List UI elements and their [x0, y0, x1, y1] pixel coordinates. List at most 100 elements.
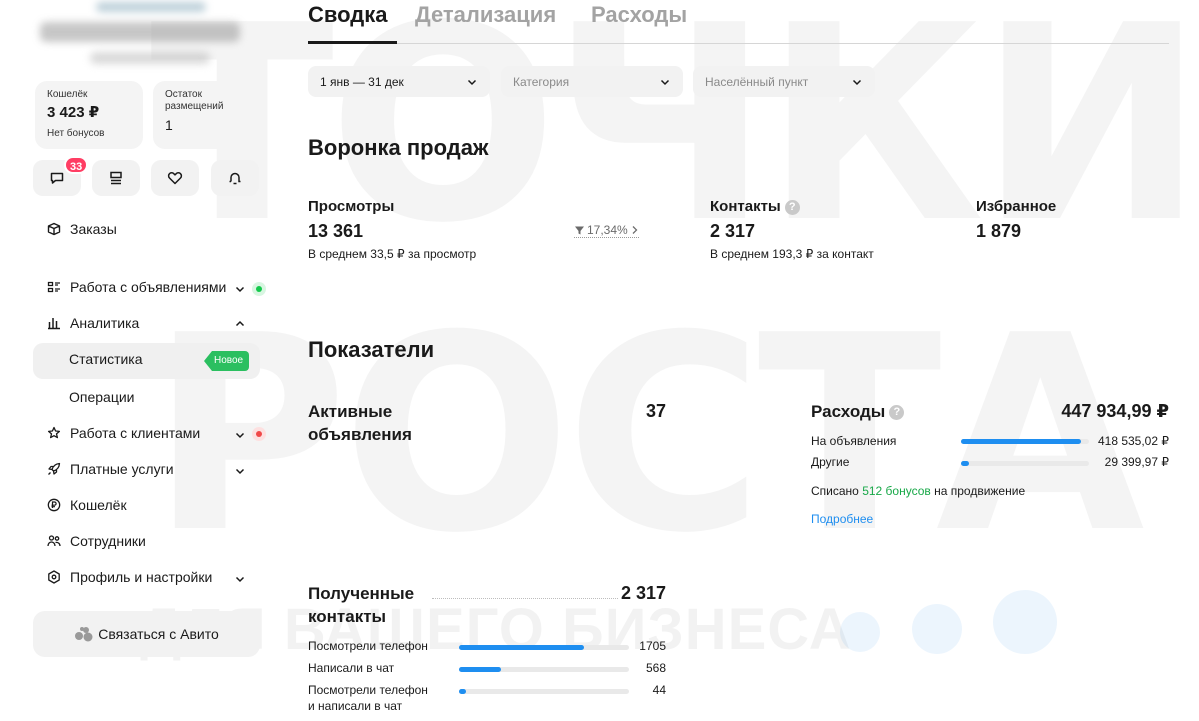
expense-bar-fill — [961, 461, 970, 466]
wallet-bonus: Нет бонусов — [47, 128, 105, 139]
nav-paid-services[interactable]: Платные услуги — [46, 461, 174, 477]
contact-bar-track — [459, 645, 629, 650]
bar-chart-icon — [46, 315, 62, 331]
contacts-label-wrap: Контакты? — [710, 198, 800, 215]
nav-statistics[interactable]: Статистика — [69, 351, 143, 367]
city-placeholder: Населённый пункт — [705, 74, 809, 89]
contact-bar-fill — [459, 667, 501, 672]
nav-wallet[interactable]: Кошелёк — [46, 497, 127, 513]
contact-row-value: 568 — [645, 661, 666, 675]
contact-avito-button[interactable]: Связаться с Авито — [33, 611, 260, 657]
contact-row-label-line2: и написали в чат — [308, 699, 403, 713]
nav-orders[interactable]: Заказы — [46, 221, 117, 237]
expenses-label-wrap: Расходы? — [811, 402, 905, 422]
nav-analytics[interactable]: Аналитика — [46, 315, 139, 331]
help-icon[interactable]: ? — [784, 199, 800, 215]
nav-staff-label: Сотрудники — [70, 533, 146, 549]
nav-analytics-label: Аналитика — [70, 315, 140, 331]
tab-summary[interactable]: Сводка — [308, 2, 387, 28]
nav-ads[interactable]: Работа с объявлениями — [46, 279, 226, 295]
heart-icon — [167, 172, 183, 185]
metrics-title: Показатели — [308, 337, 435, 362]
funnel-icon — [575, 226, 584, 234]
views-label: Просмотры — [308, 198, 395, 215]
nav-orders-label: Заказы — [70, 221, 117, 237]
chevron-down-icon — [852, 79, 862, 85]
city-filter[interactable]: Населённый пункт — [693, 66, 875, 97]
active-ads-label-line2: объявления — [308, 425, 412, 444]
user-profile-blurred[interactable] — [36, 2, 246, 72]
expenses-label: Расходы — [811, 402, 886, 421]
status-dot-red — [252, 427, 266, 441]
nav-wallet-label: Кошелёк — [70, 497, 127, 513]
category-filter[interactable]: Категория — [501, 66, 683, 97]
remaining-value: 1 — [165, 117, 173, 133]
remaining-label: Остаток размещений — [165, 89, 224, 112]
chevron-down-icon — [467, 79, 477, 85]
chevron-down-icon[interactable] — [234, 429, 246, 441]
users-icon — [46, 533, 62, 549]
expense-row-label: Другие — [811, 455, 850, 469]
received-label-line1: Полученные — [308, 584, 415, 603]
expense-row-value: 418 535,02 ₽ — [1097, 434, 1169, 448]
bonus-prefix: Списано — [811, 484, 859, 498]
expenses-total: 447 934,99 ₽ — [1061, 401, 1169, 421]
nav-clients[interactable]: Работа с клиентами — [46, 425, 200, 441]
chevron-down-icon[interactable] — [234, 283, 246, 295]
settings-hex-icon — [46, 569, 62, 585]
dotted-leader — [432, 598, 618, 599]
chevron-up-icon[interactable] — [234, 318, 246, 330]
contact-row-label: Написали в чат — [308, 661, 395, 675]
chevron-down-icon — [660, 79, 670, 85]
nav-clients-label: Работа с клиентами — [70, 425, 201, 441]
expense-row-label: На объявления — [811, 434, 897, 448]
rocket-icon — [46, 461, 62, 477]
favorites-label: Избранное — [976, 198, 1057, 215]
contact-row-label-line1: Посмотрели телефон — [308, 683, 428, 697]
bonus-writeoff-text: Списано 512 бонусов на продвижение — [811, 484, 1025, 498]
messages-count-badge: 33 — [64, 156, 89, 174]
contacts-value: 2 317 — [710, 221, 756, 241]
ruble-coin-icon — [46, 497, 62, 513]
chevron-down-icon[interactable] — [234, 573, 246, 585]
nav-statistics-label: Статистика — [69, 351, 143, 367]
placements-remaining-card[interactable]: Остаток размещений 1 — [153, 81, 261, 149]
contact-avito-label: Связаться с Авито — [98, 626, 219, 642]
contact-bar-fill — [459, 645, 585, 650]
nav-operations[interactable]: Операции — [69, 389, 135, 405]
main-content: Сводка Детализация Расходы 1 янв — 31 де… — [308, 0, 1169, 721]
box-icon — [46, 221, 62, 237]
bonus-amount: 512 бонусов — [862, 484, 931, 498]
active-ads-value: 37 — [645, 401, 666, 421]
active-ads-label-line1: Активные — [308, 402, 393, 421]
wallet-label: Кошелёк — [47, 89, 88, 100]
nav-staff[interactable]: Сотрудники — [46, 533, 146, 549]
tab-expenses[interactable]: Расходы — [591, 2, 687, 28]
views-note: В среднем 33,5 ₽ за просмотр — [308, 247, 477, 261]
tab-details[interactable]: Детализация — [415, 2, 556, 28]
nav-ads-label: Работа с объявлениями — [70, 279, 227, 295]
chevron-down-icon[interactable] — [234, 465, 246, 477]
category-placeholder: Категория — [513, 74, 570, 89]
views-conversion[interactable]: 17,34% — [574, 223, 639, 238]
nav-paid-label: Платные услуги — [70, 461, 174, 477]
nav-profile-label: Профиль и настройки — [70, 569, 213, 585]
nav-profile[interactable]: Профиль и настройки — [46, 569, 212, 585]
new-tag: Новое — [204, 351, 250, 371]
notifications-button[interactable] — [211, 160, 259, 196]
active-tab-underline — [308, 41, 397, 44]
favorites-button[interactable] — [151, 160, 199, 196]
received-label-line2: контакты — [308, 607, 387, 626]
period-filter[interactable]: 1 янв — 31 дек — [308, 66, 490, 97]
contact-row-label: Посмотрели телефон — [308, 639, 428, 653]
favorites-value: 1 879 — [976, 221, 1022, 241]
avito-logo-icon — [75, 627, 93, 642]
wallet-card[interactable]: Кошелёк 3 423 ₽ Нет бонусов — [35, 81, 143, 149]
list-icon — [46, 279, 62, 295]
listings-button[interactable] — [92, 160, 140, 196]
help-icon[interactable]: ? — [889, 405, 905, 421]
tabs-bar: Сводка Детализация Расходы — [308, 0, 1169, 44]
more-details-link[interactable]: Подробнее — [811, 512, 873, 526]
listings-icon — [110, 171, 122, 185]
status-dot-green — [252, 282, 266, 296]
